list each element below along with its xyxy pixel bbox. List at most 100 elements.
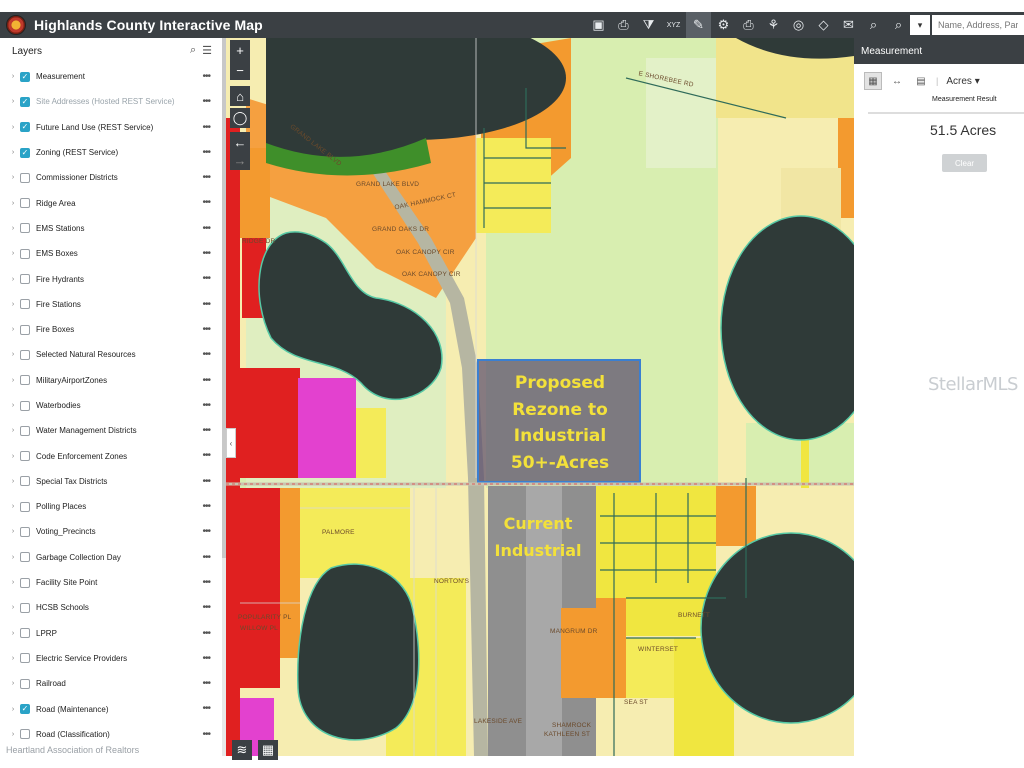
layer-options-icon[interactable]: ☰ <box>202 44 212 57</box>
layer-more-options-icon[interactable]: ••• <box>202 349 210 360</box>
layer-row[interactable]: › Voting_Precincts ••• <box>0 519 222 544</box>
xyz-coordinate-icon[interactable]: XYZ <box>661 12 686 38</box>
layer-more-options-icon[interactable]: ••• <box>202 223 210 234</box>
expand-caret-icon[interactable]: › <box>8 655 18 662</box>
expand-caret-icon[interactable]: › <box>8 326 18 333</box>
layer-row[interactable]: › Fire Boxes ••• <box>0 317 222 342</box>
area-tool-icon[interactable]: ▦ <box>864 72 882 90</box>
layer-row[interactable]: › Fire Hydrants ••• <box>0 266 222 291</box>
expand-caret-icon[interactable]: › <box>8 402 18 409</box>
layer-row[interactable]: › ✓ Site Addresses (Hosted REST Service) ••… <box>0 89 222 114</box>
layer-row[interactable]: › MilitaryAirportZones ••• <box>0 368 222 393</box>
expand-caret-icon[interactable]: › <box>8 528 18 535</box>
search-source-dropdown[interactable]: ▾ <box>910 15 930 35</box>
zoom-search-icon[interactable]: ⌕ <box>886 12 911 38</box>
layer-more-options-icon[interactable]: ••• <box>202 729 210 740</box>
layer-checkbox[interactable]: ✓ <box>20 147 30 158</box>
expand-caret-icon[interactable]: › <box>8 478 18 485</box>
layer-checkbox[interactable] <box>20 349 30 360</box>
measure-ruler-icon[interactable]: ✎ <box>686 12 711 38</box>
layer-row[interactable]: › Code Enforcement Zones ••• <box>0 443 222 468</box>
layer-checkbox[interactable] <box>20 425 30 436</box>
unit-dropdown[interactable]: Acres ▾ <box>946 76 979 87</box>
zoom-in-button[interactable]: + <box>230 40 250 60</box>
layer-checkbox[interactable]: ✓ <box>20 71 30 82</box>
layer-checkbox[interactable] <box>20 223 30 234</box>
layer-checkbox[interactable] <box>20 628 30 639</box>
layer-more-options-icon[interactable]: ••• <box>202 197 210 208</box>
layer-row[interactable]: › ✓ Road (Maintenance) ••• <box>0 696 222 721</box>
filter-icon[interactable]: ⧩ <box>636 12 661 38</box>
layer-checkbox[interactable] <box>20 476 30 487</box>
printer-icon[interactable]: ⎙ <box>736 12 761 38</box>
layer-checkbox[interactable]: ✓ <box>20 96 30 107</box>
expand-caret-icon[interactable]: › <box>8 731 18 738</box>
layer-more-options-icon[interactable]: ••• <box>202 577 210 588</box>
layer-more-options-icon[interactable]: ••• <box>202 273 210 284</box>
distance-tool-icon[interactable]: ↔ <box>888 72 906 90</box>
network-icon[interactable]: ⚙ <box>711 12 736 38</box>
locate-button[interactable]: ◯ <box>230 108 250 128</box>
previous-extent-button[interactable]: ← <box>230 132 250 152</box>
expand-caret-icon[interactable]: › <box>8 225 18 232</box>
search-icon[interactable]: ⌕ <box>190 44 196 57</box>
next-extent-button[interactable]: → <box>230 150 250 170</box>
layer-row[interactable]: › Polling Places ••• <box>0 494 222 519</box>
layer-more-options-icon[interactable]: ••• <box>202 71 210 82</box>
layer-row[interactable]: › Selected Natural Resources ••• <box>0 342 222 367</box>
layer-row[interactable]: › Commissioner Districts ••• <box>0 165 222 190</box>
layer-row[interactable]: › Ridge Area ••• <box>0 190 222 215</box>
layer-more-options-icon[interactable]: ••• <box>202 678 210 689</box>
layer-row[interactable]: › LPRP ••• <box>0 621 222 646</box>
print-preview-icon[interactable]: ⎙ <box>611 12 636 38</box>
layer-row[interactable]: › Road (Classification) ••• <box>0 722 222 747</box>
layer-checkbox[interactable] <box>20 577 30 588</box>
layer-checkbox[interactable]: ✓ <box>20 122 30 133</box>
layer-checkbox[interactable] <box>20 299 30 310</box>
layer-more-options-icon[interactable]: ••• <box>202 425 210 436</box>
draw-icon[interactable]: ◇ <box>811 12 836 38</box>
expand-caret-icon[interactable]: › <box>8 351 18 358</box>
expand-caret-icon[interactable]: › <box>8 377 18 384</box>
layer-row[interactable]: › Facility Site Point ••• <box>0 570 222 595</box>
expand-caret-icon[interactable]: › <box>8 174 18 181</box>
expand-caret-icon[interactable]: › <box>8 149 18 156</box>
expand-caret-icon[interactable]: › <box>8 124 18 131</box>
layer-row[interactable]: › Garbage Collection Day ••• <box>0 545 222 570</box>
layer-row[interactable]: › HCSB Schools ••• <box>0 595 222 620</box>
layer-row[interactable]: › ✓ Future Land Use (REST Service) ••• <box>0 115 222 140</box>
layer-more-options-icon[interactable]: ••• <box>202 400 210 411</box>
clear-button[interactable]: Clear <box>942 154 987 172</box>
expand-caret-icon[interactable]: › <box>8 427 18 434</box>
layer-more-options-icon[interactable]: ••• <box>202 476 210 487</box>
layer-more-options-icon[interactable]: ••• <box>202 552 210 563</box>
layer-row[interactable]: › ✓ Measurement ••• <box>0 64 222 89</box>
layer-checkbox[interactable] <box>20 653 30 664</box>
expand-caret-icon[interactable]: › <box>8 250 18 257</box>
compass-icon[interactable]: ◎ <box>786 12 811 38</box>
search-input[interactable] <box>932 15 1024 35</box>
layer-more-options-icon[interactable]: ••• <box>202 628 210 639</box>
layer-checkbox[interactable] <box>20 198 30 209</box>
layer-more-options-icon[interactable]: ••• <box>202 299 210 310</box>
layer-checkbox[interactable] <box>20 451 30 462</box>
layer-checkbox[interactable] <box>20 375 30 386</box>
layer-more-options-icon[interactable]: ••• <box>202 602 210 613</box>
basemap-gallery-button[interactable]: ▦ <box>258 740 278 760</box>
map-view[interactable]: GRAND LAKE BLVD GRAND LAKE BLVD OAK HAMMOC… <box>226 38 854 756</box>
location-tool-icon[interactable]: ▤ <box>912 72 930 90</box>
layer-more-options-icon[interactable]: ••• <box>202 526 210 537</box>
layer-more-options-icon[interactable]: ••• <box>202 653 210 664</box>
layer-row[interactable]: › ✓ Zoning (REST Service) ••• <box>0 140 222 165</box>
layer-row[interactable]: › Special Tax Districts ••• <box>0 469 222 494</box>
mail-icon[interactable]: ✉ <box>836 12 861 38</box>
layer-checkbox[interactable] <box>20 526 30 537</box>
expand-caret-icon[interactable]: › <box>8 706 18 713</box>
layer-more-options-icon[interactable]: ••• <box>202 147 210 158</box>
expand-caret-icon[interactable]: › <box>8 453 18 460</box>
expand-caret-icon[interactable]: › <box>8 680 18 687</box>
layer-more-options-icon[interactable]: ••• <box>202 703 210 714</box>
home-button[interactable]: ⌂ <box>230 86 250 106</box>
identify-icon[interactable]: ⌕ <box>861 12 886 38</box>
share-icon[interactable]: ⚘ <box>761 12 786 38</box>
